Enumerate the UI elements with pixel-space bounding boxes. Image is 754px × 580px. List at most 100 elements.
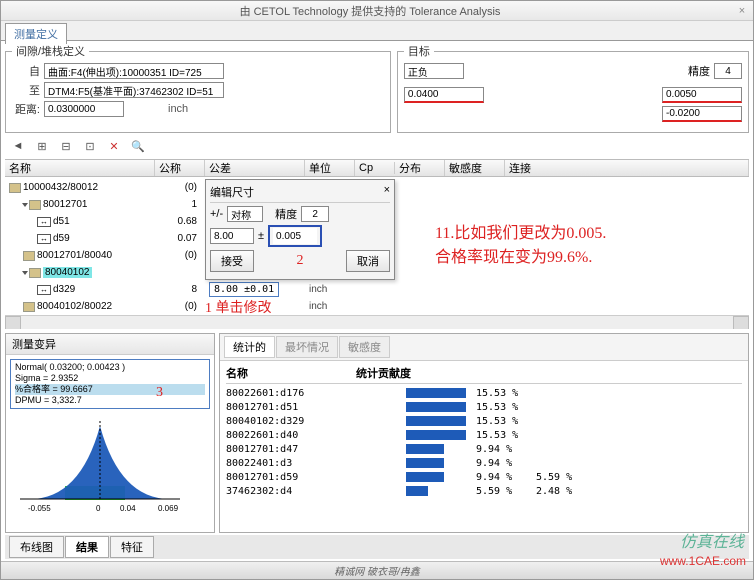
contrib-value: 9.94 % <box>476 444 536 455</box>
contrib-bar <box>406 458 444 468</box>
accept-button[interactable]: 接受 <box>210 250 254 272</box>
contrib-row: 80022401:d39.94 % <box>226 456 742 470</box>
contrib-bar-cell <box>356 430 476 440</box>
row-unit: inch <box>305 301 355 312</box>
popup-nominal[interactable] <box>210 228 254 244</box>
cancel-button[interactable]: 取消 <box>346 250 390 272</box>
contrib-bar-cell <box>356 458 476 468</box>
expand-icon[interactable] <box>22 203 28 207</box>
pointer-icon[interactable]: ◄ <box>9 137 27 155</box>
dist-input[interactable] <box>44 101 124 117</box>
row-nominal: 8 <box>155 284 205 295</box>
ftab-feature[interactable]: 特征 <box>110 536 154 558</box>
tool-icon-1[interactable]: ⊞ <box>33 137 51 155</box>
row-name: d329 <box>53 284 75 295</box>
contrib-row: 80022601:d17615.53 % <box>226 386 742 400</box>
contrib-name: 80012701:d51 <box>226 402 356 413</box>
content-area: 间隙/堆栈定义 自 至 距离: inch 目标 <box>1 41 753 561</box>
tab-worstcase[interactable]: 最坏情况 <box>276 336 338 358</box>
grid-body[interactable]: 10000432/80012(0)800127011ch↔d510.68↔d59… <box>5 179 749 329</box>
row-name: d51 <box>53 216 70 227</box>
close-icon[interactable]: × <box>735 5 749 17</box>
svg-text:0.069: 0.069 <box>158 504 179 513</box>
row-nominal: (0) <box>155 301 205 312</box>
contrib-bar <box>406 416 466 426</box>
col-tolerance[interactable]: 公差 <box>205 160 305 176</box>
contrib-name: 80022601:d176 <box>226 388 356 399</box>
contrib-h1: 名称 <box>226 365 356 381</box>
part-icon <box>9 183 21 193</box>
tab-statistical[interactable]: 统计的 <box>224 336 275 358</box>
to-label: 至 <box>12 82 40 98</box>
row-tol: 8.00 ±0.01 <box>205 282 305 297</box>
row-nominal: (0) <box>155 182 205 193</box>
from-label: 自 <box>12 63 40 79</box>
to-input[interactable] <box>44 82 224 98</box>
gap-fieldset: 间隙/堆栈定义 自 至 距离: inch <box>5 43 391 133</box>
part-icon <box>29 268 41 278</box>
contrib-bar-cell <box>356 472 476 482</box>
contrib-name: 80012701:d47 <box>226 444 356 455</box>
sign-input[interactable] <box>404 63 464 79</box>
popup-tol[interactable] <box>273 228 317 244</box>
app-window: 由 CETOL Technology 提供支持的 Tolerance Analy… <box>0 0 754 580</box>
col-unit[interactable]: 单位 <box>305 160 355 176</box>
col-dist[interactable]: 分布 <box>395 160 445 176</box>
contrib-value: 15.53 % <box>476 430 536 441</box>
col-nominal[interactable]: 公称 <box>155 160 205 176</box>
col-cp[interactable]: Cp <box>355 162 395 174</box>
table-row[interactable]: 80040102/80022(0)inch <box>5 298 749 315</box>
dist-label: 距离: <box>12 101 40 117</box>
target-val1[interactable] <box>404 87 484 103</box>
info-l2: Sigma = 2.9352 <box>15 373 205 384</box>
popup-mode[interactable] <box>227 206 263 222</box>
svg-text:0.04: 0.04 <box>120 504 136 513</box>
tool-icon-3[interactable]: ⊡ <box>81 137 99 155</box>
contrib-name: 80022601:d40 <box>226 430 356 441</box>
expand-icon[interactable] <box>22 271 28 275</box>
col-sens[interactable]: 敏感度 <box>445 160 505 176</box>
popup-title: 编辑尺寸 <box>210 184 254 200</box>
popup-close-icon[interactable]: × <box>384 184 390 200</box>
pm-symbol: ± <box>258 230 264 242</box>
col-link[interactable]: 连接 <box>505 160 749 176</box>
info-l4: DPMU = 3,332.7 <box>15 395 205 406</box>
from-input[interactable] <box>44 63 224 79</box>
status-text: 精诚网 破衣哥/冉鑫 <box>334 563 420 578</box>
part-icon <box>23 302 35 312</box>
popup-prec-spin[interactable]: 2 <box>301 206 329 222</box>
annot-big2: 合格率现在变为99.6%. <box>435 243 592 267</box>
row-nominal: 0.07 <box>155 233 205 244</box>
window-title: 由 CETOL Technology 提供支持的 Tolerance Analy… <box>5 3 735 19</box>
tab-sensitivity[interactable]: 敏感度 <box>339 336 390 358</box>
contrib-value: 15.53 % <box>476 402 536 413</box>
table-row[interactable]: ↔d32988.00 ±0.01inch <box>5 281 749 298</box>
stats-panel: 统计的 最坏情况 敏感度 名称 统计贡献度 80022601:d17615.53… <box>219 333 749 533</box>
contrib-h2: 统计贡献度 <box>356 365 411 381</box>
grid-scrollbar[interactable] <box>5 315 749 329</box>
contrib-bar <box>406 486 428 496</box>
target-legend: 目标 <box>404 43 434 59</box>
watermark-url: www.1CAE.com <box>660 554 746 568</box>
row-name: 80040102 <box>43 267 92 278</box>
row-unit: inch <box>305 284 355 295</box>
row-nominal: (0) <box>155 250 205 261</box>
ftab-route[interactable]: 布线图 <box>9 536 64 558</box>
col-name[interactable]: 名称 <box>5 160 155 176</box>
contrib-name: 80012701:d59 <box>226 472 356 483</box>
delete-icon[interactable]: ✕ <box>105 137 123 155</box>
contrib-value-2: 2.48 % <box>536 486 596 497</box>
ftab-result[interactable]: 结果 <box>65 536 109 558</box>
footer-tabs: 布线图 结果 特征 <box>5 535 749 559</box>
watermark-brand: 仿真在线 <box>680 528 744 552</box>
svg-text:-0.055: -0.055 <box>28 504 51 513</box>
contrib-bar <box>406 430 466 440</box>
target-val3[interactable] <box>662 106 742 122</box>
precision-spinner[interactable]: 4 <box>714 63 742 79</box>
target-val2[interactable] <box>662 87 742 103</box>
tool-icon-2[interactable]: ⊟ <box>57 137 75 155</box>
search-icon[interactable]: 🔍 <box>129 137 147 155</box>
contrib-row: 80012701:d47 9.94 % <box>226 442 742 456</box>
part-icon <box>29 200 41 210</box>
contrib-bar-cell <box>356 486 476 496</box>
